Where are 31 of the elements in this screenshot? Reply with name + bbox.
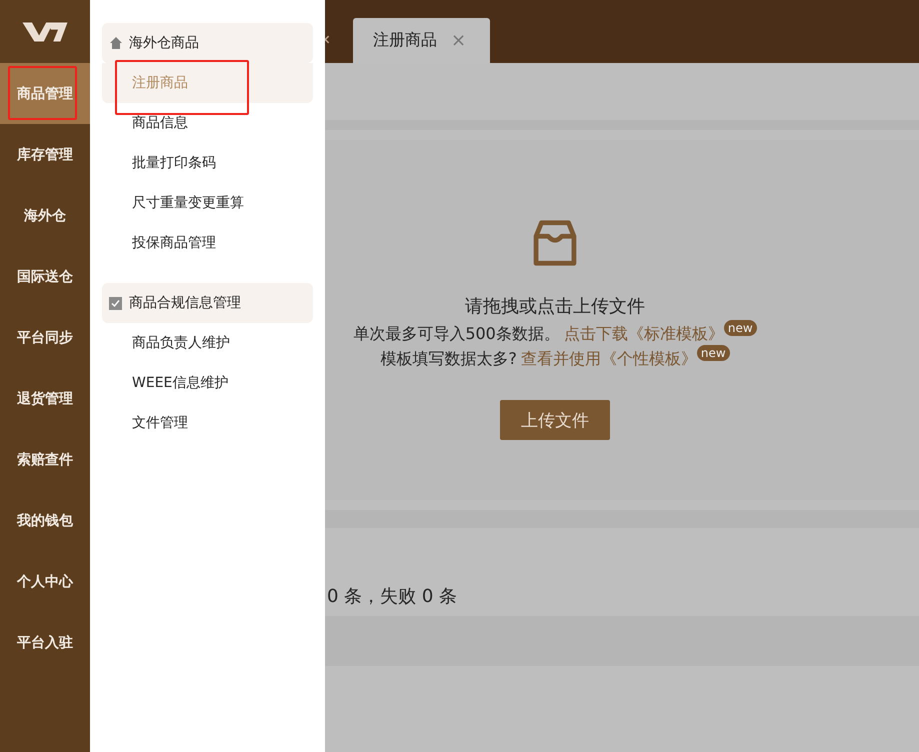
home-icon (109, 36, 123, 50)
hint-text: 模板填写数据太多? (380, 349, 517, 370)
menu-item[interactable]: 批量打印条码 (102, 143, 313, 183)
menu-item[interactable]: 尺寸重量变更重算 (102, 183, 313, 223)
nav-item[interactable]: 个人中心 (0, 551, 90, 612)
menu-group-title: 海外仓商品 (129, 34, 199, 52)
nav-item[interactable]: 平台入驻 (0, 612, 90, 673)
checkbox-icon (109, 296, 123, 310)
inbox-icon (533, 220, 577, 266)
nav-item[interactable]: 国际送仓 (0, 246, 90, 307)
menu-group-title: 商品合规信息管理 (129, 294, 241, 312)
hint-text: 单次最多可导入500条数据。 (353, 324, 560, 345)
nav-item[interactable]: 退货管理 (0, 368, 90, 429)
upload-button[interactable]: 上传文件 (500, 400, 610, 440)
nav-item[interactable]: 平台同步 (0, 307, 90, 368)
nav-item[interactable]: 海外仓 (0, 185, 90, 246)
nav-item[interactable]: 库存管理 (0, 124, 90, 185)
new-badge: new (696, 345, 730, 361)
nav-item[interactable]: 我的钱包 (0, 490, 90, 551)
menu-item[interactable]: 商品信息 (102, 103, 313, 143)
new-badge: new (724, 320, 757, 336)
tab[interactable]: 注册商品 × (353, 18, 490, 63)
upload-area[interactable]: 请拖拽或点击上传文件 单次最多可导入500条数据。 点击下载《标准模板》 new 模板填写数据太多? 查看并使用《个性模板》 new 上传文件 (325, 140, 919, 500)
menu-item[interactable]: 文件管理 (102, 403, 313, 443)
nav-item[interactable]: 商品管理 (0, 63, 90, 124)
nav-item[interactable]: 索赔查件 (0, 429, 90, 490)
result-summary: 0 条，失败 0 条 (327, 585, 458, 608)
menu-item[interactable]: 投保商品管理 (102, 223, 313, 263)
upload-prompt: 请拖拽或点击上传文件 (465, 295, 645, 318)
menu-item[interactable]: 商品负责人维护 (102, 323, 313, 363)
menu-item[interactable]: WEEE信息维护 (102, 363, 313, 403)
